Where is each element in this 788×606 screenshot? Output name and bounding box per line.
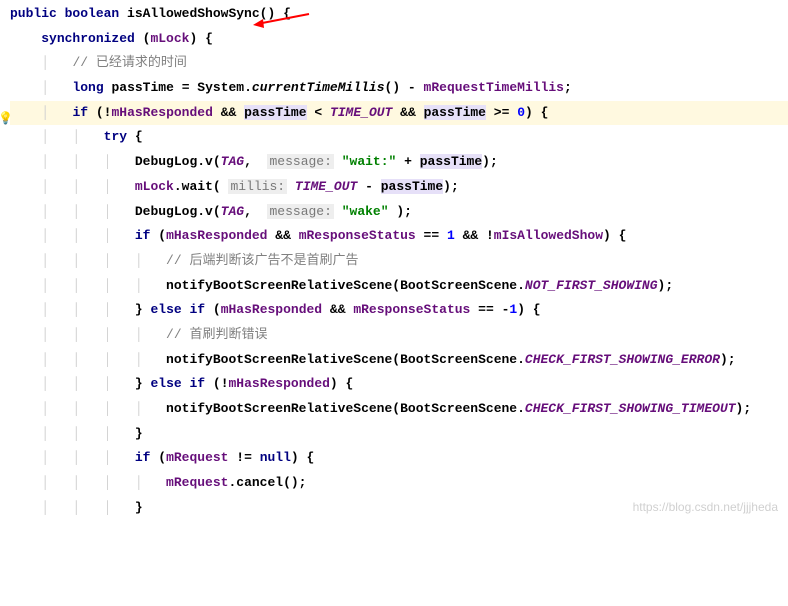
code-line[interactable]: │ │ │ │ notifyBootScreenRelativeScene(Bo… <box>10 397 788 422</box>
code-line[interactable]: │ │ │ mLock.wait( millis: TIME_OUT - pas… <box>10 175 788 200</box>
code-line[interactable]: │ │ │ } else if (!mHasResponded) { <box>10 372 788 397</box>
code-line[interactable]: │ │ try { <box>10 125 788 150</box>
code-line[interactable]: │ │ │ │ notifyBootScreenRelativeScene(Bo… <box>10 348 788 373</box>
code-line[interactable]: │ │ │ │ // 首刷判断错误 <box>10 323 788 348</box>
code-line[interactable]: public boolean isAllowedShowSync() { <box>10 2 788 27</box>
code-line[interactable]: │ │ │ DebugLog.v(TAG, message: "wake" ); <box>10 200 788 225</box>
code-line[interactable]: │ long passTime = System.currentTimeMill… <box>10 76 788 101</box>
code-line[interactable]: │ │ │ if (mRequest != null) { <box>10 446 788 471</box>
code-line[interactable]: │ │ │ │ notifyBootScreenRelativeScene(Bo… <box>10 274 788 299</box>
code-editor[interactable]: 💡 public boolean isAllowedShowSync() { s… <box>0 0 788 522</box>
code-line[interactable]: │ │ │ DebugLog.v(TAG, message: "wait:" +… <box>10 150 788 175</box>
code-line[interactable]: │ │ │ } <box>10 422 788 447</box>
code-line[interactable]: │ │ │ } else if (mHasResponded && mRespo… <box>10 298 788 323</box>
code-line[interactable]: │ │ │ │ // 后端判断该广告不是首刷广告 <box>10 249 788 274</box>
highlighted-line[interactable]: │ if (!mHasResponded && passTime < TIME_… <box>10 101 788 126</box>
watermark-text: https://blog.csdn.net/jjjheda <box>633 496 778 519</box>
code-line[interactable]: │ // 已经请求的时间 <box>10 51 788 76</box>
code-line[interactable]: synchronized (mLock) { <box>10 27 788 52</box>
code-line[interactable]: │ │ │ if (mHasResponded && mResponseStat… <box>10 224 788 249</box>
intention-bulb-icon[interactable]: 💡 <box>0 108 10 120</box>
gutter <box>0 0 8 522</box>
code-line[interactable]: │ │ │ │ mRequest.cancel(); <box>10 471 788 496</box>
